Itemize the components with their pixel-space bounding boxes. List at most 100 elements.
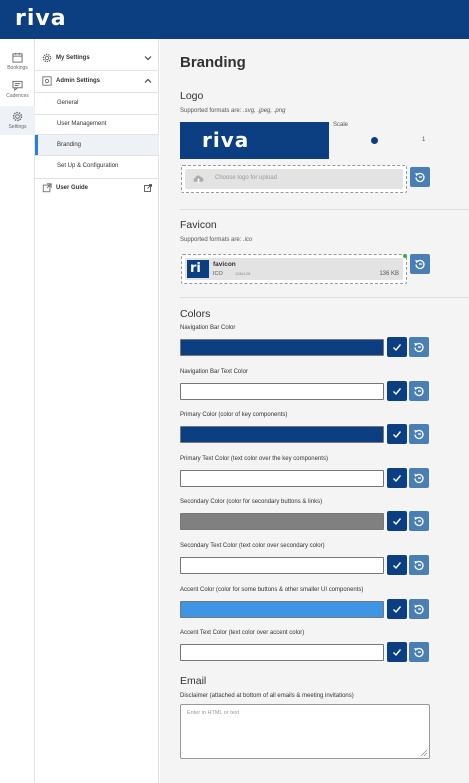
chevron-down-icon[interactable] xyxy=(144,54,152,62)
nav-item-user-management[interactable]: User Management xyxy=(35,114,159,134)
color-reset-button[interactable] xyxy=(409,642,429,663)
favicon-formats-hint: Supported formats are: .ico xyxy=(180,237,252,243)
color-reset-button[interactable] xyxy=(409,424,429,445)
color-confirm-button[interactable] xyxy=(387,555,407,575)
section-divider xyxy=(180,297,469,298)
admin-settings-icon xyxy=(42,76,52,86)
favicon-thumbnail: ri xyxy=(187,260,209,278)
color-swatch-input[interactable] xyxy=(180,600,384,618)
color-confirm-button[interactable] xyxy=(387,337,407,357)
color-reset-button[interactable] xyxy=(409,555,429,575)
color-reset-button[interactable] xyxy=(409,380,429,401)
favicon-file-type: ICO xyxy=(213,271,223,277)
checkmark-icon xyxy=(393,474,402,482)
color-field-label: Primary Color (color of key components) xyxy=(180,412,288,419)
chevron-up-icon[interactable] xyxy=(144,77,152,85)
color-reset-button[interactable] xyxy=(409,511,429,532)
nav-item-setup-configuration[interactable]: Set Up & Configuration xyxy=(35,156,159,176)
gear-icon xyxy=(42,53,52,63)
gear-icon xyxy=(12,111,23,122)
logo-upload-placeholder: Choose logo for upload xyxy=(215,175,278,181)
favicon-file-name: favicon xyxy=(213,261,236,268)
favicon-file-size: 136 KB xyxy=(379,271,399,277)
color-confirm-button[interactable] xyxy=(387,467,407,488)
external-link-icon[interactable] xyxy=(144,184,152,192)
logo-preview: riva xyxy=(180,122,329,159)
logo-preview-text: riva xyxy=(202,128,250,152)
reset-icon xyxy=(414,473,424,483)
disclaimer-label: Disclaimer (attached at bottom of all em… xyxy=(180,693,354,699)
logo-formats-hint: Supported formats are: .svg, .jpeg, .png xyxy=(180,108,285,114)
logo-section-title: Logo xyxy=(180,90,204,102)
color-field-label: Secondary Color (color for secondary but… xyxy=(180,499,323,506)
favicon-formats-label: Supported formats are: xyxy=(180,237,244,243)
reset-icon xyxy=(414,560,424,571)
nav-admin-settings[interactable]: Admin Settings xyxy=(35,71,159,91)
color-field-label: Accent Text Color (text color over accen… xyxy=(180,630,305,637)
nav-item-label: Branding xyxy=(57,142,82,148)
reset-icon xyxy=(414,517,424,527)
reset-icon xyxy=(414,430,424,440)
logo-upload-field[interactable]: Choose logo for upload xyxy=(185,169,403,189)
logo-upload-dropzone[interactable]: Choose logo for upload xyxy=(181,165,407,193)
color-swatch-input[interactable] xyxy=(180,557,384,574)
favicon-dimensions: 128x128 xyxy=(235,271,251,276)
nav-item-branding[interactable]: Branding xyxy=(35,135,159,155)
settings-sidebar: My Settings Admin Settings General User … xyxy=(35,39,159,783)
color-swatch-input[interactable] xyxy=(180,644,384,662)
color-confirm-button[interactable] xyxy=(387,642,407,663)
color-field-label: Secondary Text Color (text color over se… xyxy=(180,543,325,549)
nav-user-guide[interactable]: User Guide xyxy=(35,178,159,198)
favicon-thumbnail-text: ri xyxy=(190,261,201,276)
nav-item-label: Set Up & Configuration xyxy=(57,163,119,169)
reset-icon xyxy=(414,648,424,658)
scale-label: Scale xyxy=(333,122,349,128)
color-swatch-input[interactable] xyxy=(180,513,384,531)
chat-icon xyxy=(12,80,23,91)
nav-my-settings[interactable]: My Settings xyxy=(35,48,159,68)
nav-item-general[interactable]: General xyxy=(35,93,159,113)
rail-item-cadences[interactable]: Cadences xyxy=(0,80,35,99)
color-confirm-button[interactable] xyxy=(387,424,407,445)
disclaimer-textarea[interactable]: Enter in HTML or text xyxy=(180,704,430,759)
riva-logo[interactable]: riva xyxy=(15,6,67,31)
favicon-section-title: Favicon xyxy=(180,219,217,231)
scale-slider-handle[interactable] xyxy=(371,137,378,144)
rail-item-bookings[interactable]: Bookings xyxy=(0,52,35,71)
disclaimer-placeholder: Enter in HTML or text xyxy=(187,710,240,716)
document-link-icon xyxy=(42,183,52,193)
favicon-reset-button[interactable] xyxy=(410,254,430,274)
color-reset-button[interactable] xyxy=(409,598,429,619)
nav-user-guide-label: User Guide xyxy=(56,185,89,191)
email-section-title: Email xyxy=(180,675,207,687)
reset-icon xyxy=(414,342,424,353)
color-swatch-input[interactable] xyxy=(180,382,384,400)
nav-my-settings-label: My Settings xyxy=(56,55,90,61)
color-field-label: Navigation Bar Color xyxy=(180,325,236,331)
color-confirm-button[interactable] xyxy=(387,598,407,619)
page-title: Branding xyxy=(180,54,246,71)
color-reset-button[interactable] xyxy=(409,467,429,488)
rail-label-cadences: Cadences xyxy=(6,93,29,99)
favicon-formats-value: .ico xyxy=(243,237,253,243)
color-confirm-button[interactable] xyxy=(387,511,407,532)
logo-reset-button[interactable] xyxy=(410,167,430,187)
color-swatch-input[interactable] xyxy=(180,339,384,356)
resize-grip-icon[interactable] xyxy=(421,750,427,756)
checkmark-icon xyxy=(393,605,402,613)
color-swatch-input[interactable] xyxy=(180,469,384,487)
nav-item-label: General xyxy=(57,100,79,106)
color-reset-button[interactable] xyxy=(409,337,429,357)
logo-formats-value: .svg, .jpeg, .png xyxy=(243,108,286,114)
colors-section-title: Colors xyxy=(180,308,211,320)
favicon-upload-dropzone[interactable]: ri favicon ICO 128x128 136 KB xyxy=(181,254,407,284)
color-swatch-input[interactable] xyxy=(180,426,384,444)
branding-panel: Branding Logo Supported formats are: .sv… xyxy=(160,39,469,783)
logo-formats-label: Supported formats are: xyxy=(180,108,244,114)
section-divider xyxy=(180,209,469,210)
color-field-label: Navigation Bar Text Color xyxy=(180,368,248,375)
nav-admin-settings-label: Admin Settings xyxy=(56,78,101,84)
rail-item-settings[interactable]: Settings xyxy=(0,106,35,135)
color-confirm-button[interactable] xyxy=(387,380,407,401)
checkmark-icon xyxy=(393,387,402,395)
